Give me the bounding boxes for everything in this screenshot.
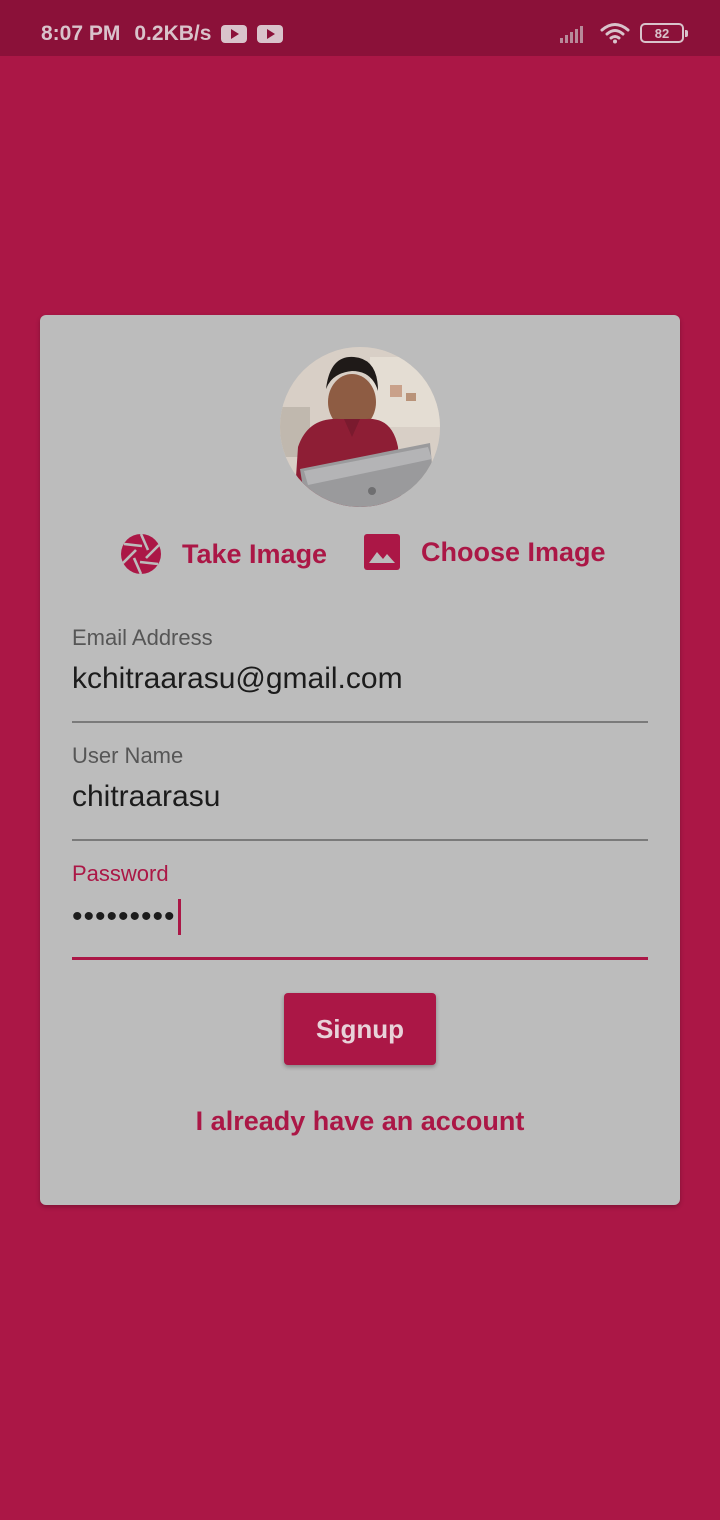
password-label: Password: [72, 861, 169, 886]
wifi-icon: [600, 23, 630, 44]
take-image-label: Take Image: [182, 538, 328, 569]
email-label: Email Address: [72, 625, 213, 650]
password-input[interactable]: •••••••••: [72, 897, 648, 937]
camera-shutter-icon: [120, 533, 162, 575]
email-input[interactable]: kchitraarasu@gmail.com: [72, 661, 648, 701]
take-image-button[interactable]: Take Image: [120, 533, 327, 575]
image-actions: Take Image Choose Image: [40, 533, 680, 579]
youtube-icon: [257, 25, 284, 43]
email-field[interactable]: Email Address kchitraarasu@gmail.com: [72, 625, 648, 723]
choose-image-label: Choose Image: [421, 536, 606, 567]
email-underline: [72, 721, 648, 723]
username-underline: [72, 839, 648, 841]
status-bar: 8:07 PM 0.2KB/s 82: [0, 0, 720, 56]
password-field[interactable]: Password •••••••••: [72, 861, 648, 960]
battery-icon: 82: [640, 23, 688, 43]
username-label: User Name: [72, 743, 184, 768]
username-field[interactable]: User Name chitraarasu: [72, 743, 648, 841]
password-underline: [72, 957, 648, 960]
text-cursor: [177, 899, 181, 935]
user-photo: [280, 347, 440, 507]
battery-level: 82: [654, 25, 670, 41]
status-right: 82: [560, 22, 688, 44]
image-icon: [363, 533, 401, 571]
signup-card: Take Image Choose Image Email Address kc…: [40, 315, 680, 1205]
profile-avatar[interactable]: [280, 347, 440, 507]
status-time: 8:07 PM: [41, 22, 121, 45]
login-link[interactable]: I already have an account: [40, 1106, 680, 1137]
status-left: 8:07 PM 0.2KB/s: [41, 22, 284, 46]
signup-button[interactable]: Signup: [284, 993, 436, 1065]
network-speed: 0.2KB/s: [134, 22, 212, 45]
password-mask: •••••••••: [72, 900, 176, 933]
youtube-icon: [221, 25, 248, 43]
username-input[interactable]: chitraarasu: [72, 779, 648, 819]
signal-icon: [560, 23, 588, 43]
choose-image-button[interactable]: Choose Image: [363, 533, 606, 571]
